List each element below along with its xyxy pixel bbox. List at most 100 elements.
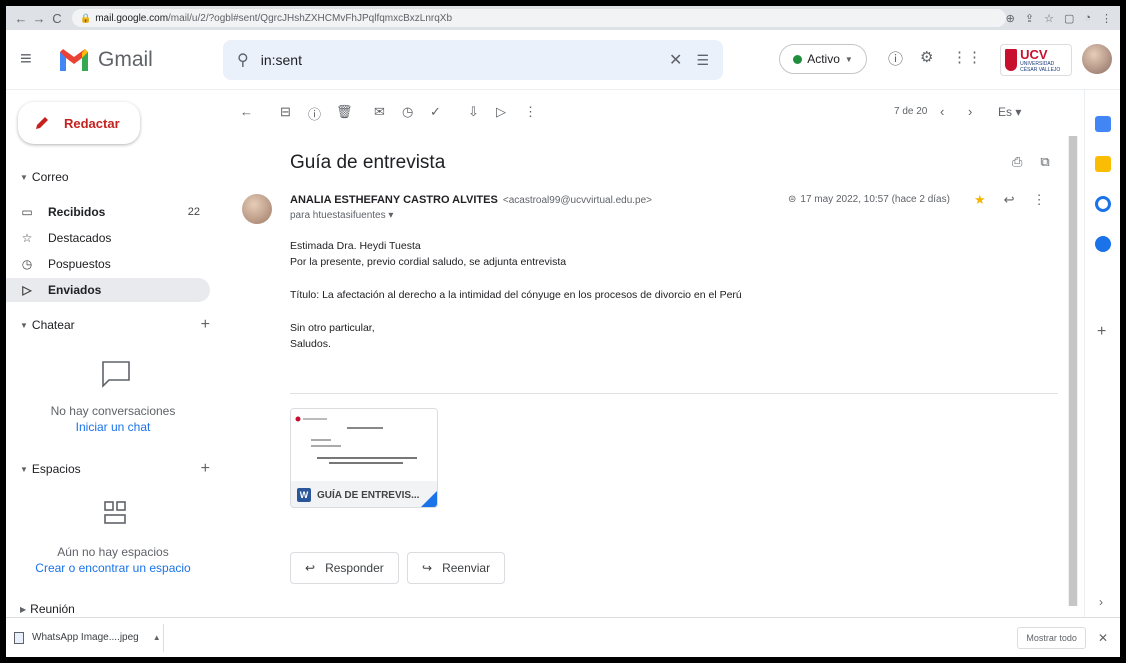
- sender-email: <acastroal99@ucvvirtual.edu.pe>: [502, 195, 652, 206]
- download-file-name: WhatsApp Image....jpeg: [32, 632, 139, 643]
- search-input[interactable]: [260, 52, 641, 68]
- print-icon[interactable]: ⎙: [1012, 154, 1022, 170]
- inbox-count: 22: [187, 206, 200, 218]
- contacts-icon[interactable]: [1095, 236, 1111, 252]
- help-icon[interactable]: ⓘ: [888, 48, 903, 69]
- label-icon[interactable]: ▷: [496, 104, 506, 120]
- attachment-clip-icon: ⊜: [788, 194, 797, 205]
- reload-icon[interactable]: C: [48, 11, 66, 26]
- status-selector[interactable]: Activo ▼: [779, 44, 867, 74]
- get-addons-plus-icon[interactable]: +: [1097, 323, 1106, 341]
- pagination-count: 7 de 20: [894, 106, 928, 117]
- profile-icon[interactable]: ◔: [1084, 12, 1091, 25]
- spaces-section-header[interactable]: ▼ Espacios +: [20, 460, 210, 478]
- calendar-icon[interactable]: [1095, 116, 1111, 132]
- body-line: Título: La afectación al derecho a la in…: [290, 289, 742, 301]
- keep-icon[interactable]: [1095, 156, 1111, 172]
- add-task-icon[interactable]: ✓: [430, 104, 441, 120]
- search-icon[interactable]: ⚲: [237, 50, 249, 70]
- meet-section-label: Reunión: [30, 602, 75, 616]
- delete-icon[interactable]: 🗑: [336, 104, 353, 120]
- reply-button[interactable]: ↩ Responder: [290, 552, 399, 584]
- sidebar-item-sent[interactable]: ▷ Enviados: [6, 278, 210, 302]
- new-chat-plus-icon[interactable]: +: [201, 316, 210, 334]
- attachment-divider: [290, 393, 1058, 394]
- apps-grid-icon[interactable]: ⋮⋮: [952, 48, 982, 66]
- chevron-up-icon[interactable]: ▲: [153, 633, 161, 642]
- chat-bubble-icon: [102, 361, 130, 388]
- mark-unread-icon[interactable]: ✉: [374, 104, 385, 120]
- gmail-m-icon: [60, 48, 88, 71]
- recipient-line[interactable]: para htuestasifuentes ▾: [290, 210, 393, 221]
- back-to-list-icon[interactable]: ←: [240, 104, 253, 119]
- reply-arrow-icon: ↩: [305, 561, 316, 575]
- meet-section-header[interactable]: ▶ Reunión: [20, 602, 210, 616]
- chat-section-header[interactable]: ▼ Chatear +: [20, 316, 210, 334]
- chat-empty-text: No hay conversaciones: [50, 404, 176, 418]
- forward-arrow-icon[interactable]: →: [30, 11, 48, 26]
- attachment-card[interactable]: W GUÍA DE ENTREVIS...: [290, 408, 438, 508]
- bookmark-star-icon[interactable]: ☆: [1044, 12, 1054, 25]
- address-bar[interactable]: 🔒 mail.google.com /mail/u/2/?ogbl#sent/Q…: [72, 9, 1006, 27]
- report-spam-icon[interactable]: ⓘ: [308, 104, 321, 123]
- scrollbar-thumb[interactable]: [1069, 136, 1077, 606]
- clear-search-icon[interactable]: ✕: [669, 50, 682, 70]
- compose-button[interactable]: Redactar: [18, 102, 140, 144]
- tasks-icon[interactable]: [1095, 196, 1111, 212]
- close-icon[interactable]: ✕: [1098, 631, 1108, 645]
- share-icon[interactable]: ⇪: [1025, 12, 1034, 25]
- snooze-icon[interactable]: ◷: [402, 104, 413, 120]
- organization-logo[interactable]: UCV UNIVERSIDAD CÉSAR VALLEJO: [1000, 44, 1072, 76]
- attachment-info: W GUÍA DE ENTREVIS...: [291, 481, 437, 507]
- archive-icon[interactable]: ⊟: [280, 104, 291, 120]
- message-more-icon[interactable]: ⋮: [1033, 192, 1046, 208]
- older-chevron-icon[interactable]: ›: [968, 104, 972, 119]
- download-item[interactable]: WhatsApp Image....jpeg ▲: [14, 623, 164, 652]
- sidebar-item-starred[interactable]: ☆ Destacados: [6, 226, 210, 250]
- show-all-button[interactable]: Mostrar todo: [1017, 626, 1086, 649]
- gear-icon[interactable]: ⚙: [920, 48, 933, 66]
- star-icon[interactable]: ★: [974, 192, 986, 208]
- account-avatar[interactable]: [1082, 44, 1112, 74]
- clock-icon: ◷: [21, 257, 33, 271]
- search-options-icon[interactable]: ☰: [696, 52, 709, 69]
- sidebar-item-label: Pospuestos: [48, 257, 111, 271]
- start-chat-link[interactable]: Iniciar un chat: [6, 420, 220, 434]
- side-panel: + ›: [1084, 90, 1120, 617]
- newer-chevron-icon[interactable]: ‹: [940, 104, 944, 119]
- create-space-link[interactable]: Crear o encontrar un espacio: [6, 561, 220, 575]
- send-icon: ▷: [22, 283, 32, 297]
- more-options-icon[interactable]: ⋮: [524, 104, 537, 120]
- spaces-empty-text: Aún no hay espacios: [57, 545, 169, 559]
- zoom-icon[interactable]: ⊕: [1006, 12, 1015, 25]
- window-icon[interactable]: ▢: [1064, 12, 1074, 25]
- forward-label: Reenviar: [442, 561, 491, 575]
- lock-icon: 🔒: [80, 12, 92, 23]
- move-to-icon[interactable]: ⇩: [468, 104, 479, 120]
- sidebar: Redactar ▼ Correo ▭ Recibidos 22 ☆ Desta…: [6, 90, 220, 657]
- download-shelf: WhatsApp Image....jpeg ▲ Mostrar todo ✕: [6, 617, 1120, 657]
- show-side-panel-chevron-icon[interactable]: ›: [1099, 595, 1103, 609]
- body-line: Saludos.: [290, 338, 331, 350]
- new-space-plus-icon[interactable]: +: [201, 460, 210, 478]
- sender-name[interactable]: ANALIA ESTHEFANY CASTRO ALVITES: [290, 194, 498, 206]
- input-tools-selector[interactable]: Es ▾: [998, 105, 1021, 119]
- image-file-icon: [14, 631, 24, 644]
- body-line: Sin otro particular,: [290, 322, 375, 334]
- sidebar-item-snoozed[interactable]: ◷ Pospuestos: [6, 252, 210, 276]
- show-all-label: Mostrar todo: [1026, 632, 1077, 643]
- back-arrow-icon[interactable]: ←: [12, 11, 30, 26]
- mail-section-header[interactable]: ▼ Correo: [20, 170, 210, 184]
- status-label: Activo: [807, 52, 840, 66]
- input-lang-label: Es: [998, 105, 1013, 119]
- status-dot: [793, 54, 803, 64]
- open-new-window-icon[interactable]: ⧉: [1040, 154, 1049, 170]
- sender-avatar[interactable]: [242, 194, 272, 224]
- forward-button[interactable]: ↪ Reenviar: [407, 552, 506, 584]
- attachment-name: GUÍA DE ENTREVIS...: [317, 489, 420, 501]
- browser-menu-icon[interactable]: ⋮: [1101, 12, 1112, 25]
- reply-icon[interactable]: ↩: [1004, 192, 1015, 208]
- sidebar-item-inbox[interactable]: ▭ Recibidos 22: [6, 200, 210, 224]
- gmail-logo[interactable]: Gmail: [60, 48, 153, 72]
- main-menu-icon[interactable]: ≡: [20, 48, 40, 71]
